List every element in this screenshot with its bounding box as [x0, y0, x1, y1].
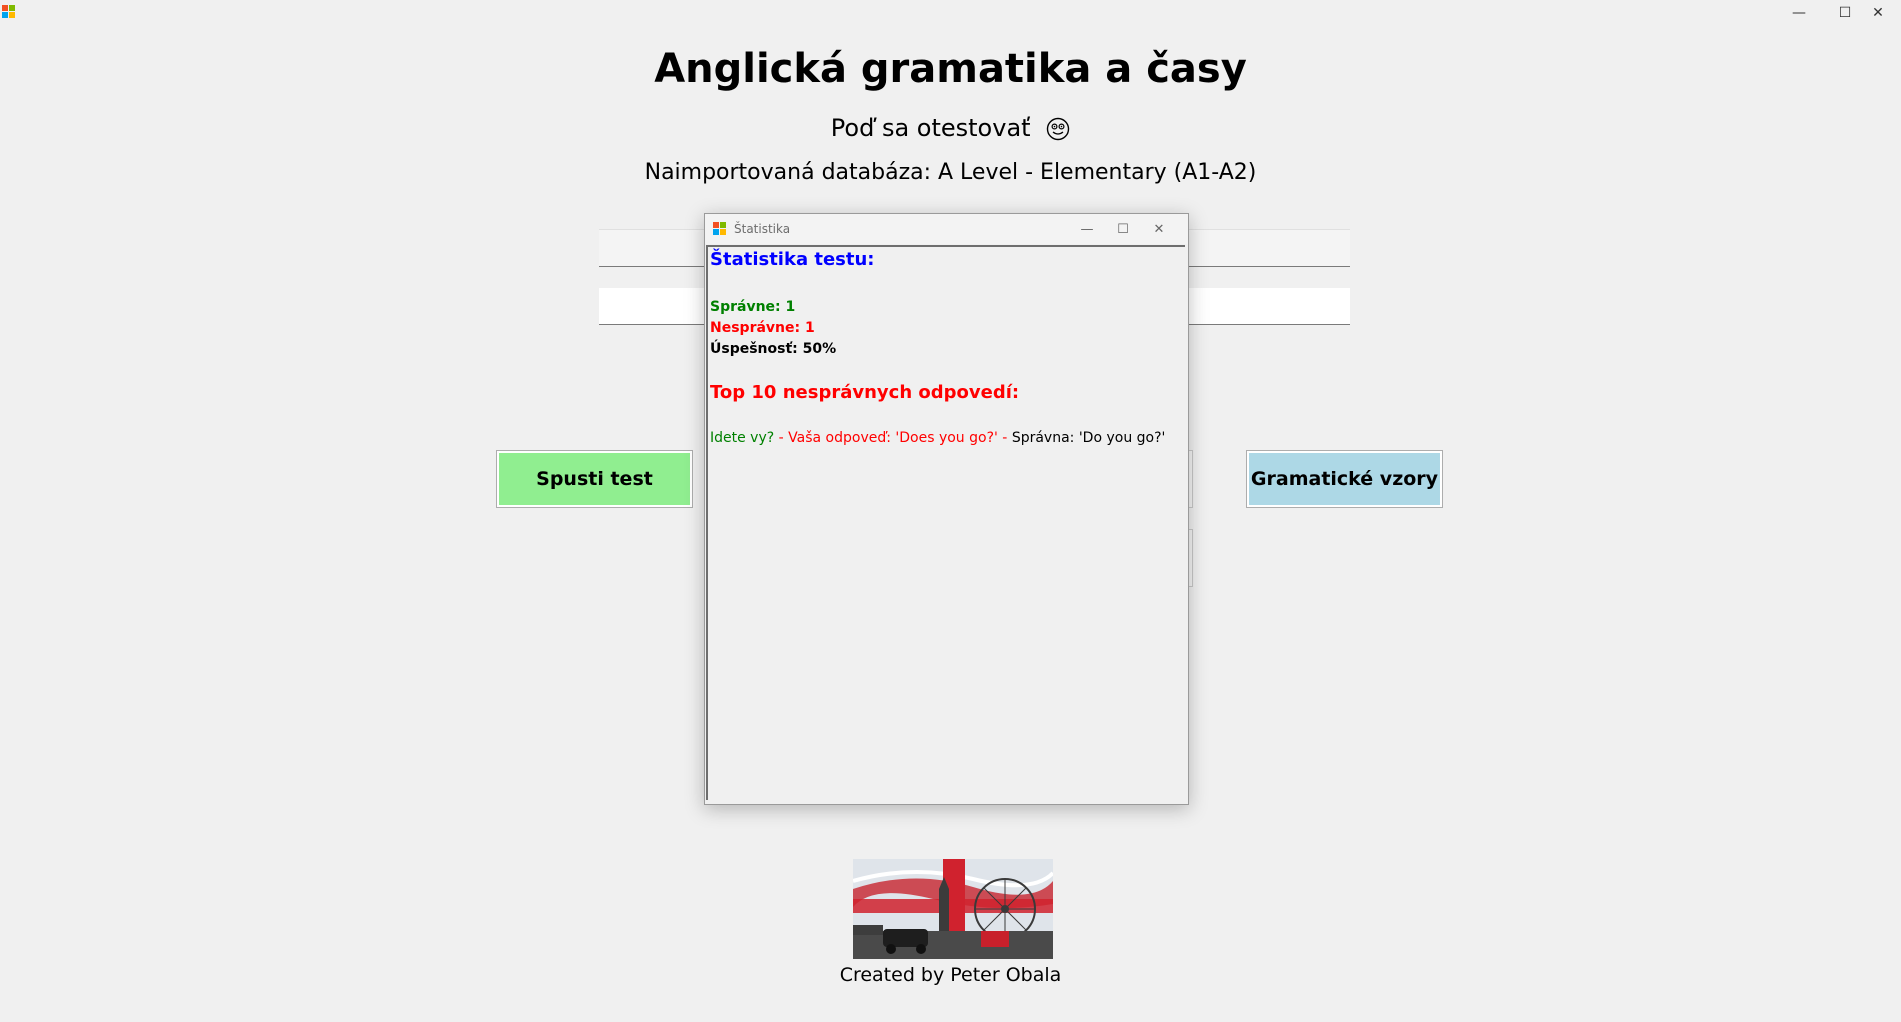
footer-credit: Created by Peter Obala [839, 964, 1062, 986]
database-label: Naimportovaná databáza: A Level - Elemen… [644, 160, 1257, 185]
top-mistakes-heading: Top 10 nesprávnych odpovedí: [710, 382, 1020, 403]
start-test-button[interactable]: Spusti test [496, 450, 693, 508]
statistics-text-area[interactable]: Štatistika testu: Správne: 1 Nesprávne: … [706, 245, 1185, 800]
correct-count: Správne: 1 [710, 299, 796, 315]
dialog-titlebar[interactable]: Štatistika — ☐ ✕ [705, 214, 1188, 244]
mistake-entry: Idete vy? - Vaša odpoveď: 'Does you go?'… [710, 430, 1183, 446]
subtitle-text: Poď sa otestovať [830, 114, 1031, 142]
app-icon [713, 222, 726, 235]
statistics-heading: Štatistika testu: [710, 249, 875, 270]
page-title: Anglická gramatika a časy [654, 46, 1247, 92]
mistake-separator: - [997, 430, 1012, 446]
incorrect-count: Nesprávne: 1 [710, 320, 815, 336]
mistake-correct-answer: Správna: 'Do you go?' [1011, 430, 1166, 446]
mistake-question: Idete vy? [710, 430, 775, 446]
dialog-title: Štatistika [734, 222, 791, 236]
dialog-close-button[interactable]: ✕ [1144, 217, 1174, 241]
minimize-button[interactable]: — [1776, 0, 1822, 26]
mistake-separator: - [774, 430, 789, 446]
grammar-patterns-button[interactable]: Gramatické vzory [1246, 450, 1443, 508]
dialog-maximize-button[interactable]: ☐ [1108, 217, 1138, 241]
success-rate: Úspešnosť: 50% [710, 341, 837, 357]
dialog-minimize-button[interactable]: — [1072, 217, 1102, 241]
statistics-dialog: Štatistika — ☐ ✕ Štatistika testu: Správ… [704, 213, 1189, 805]
close-button[interactable]: ✕ [1855, 0, 1901, 26]
subtitle: Poď sa otestovať [0, 114, 1901, 142]
app-icon [2, 5, 15, 18]
london-banner-image [853, 859, 1053, 959]
main-titlebar: — ☐ ✕ [0, 0, 1901, 26]
mistake-your-answer: Vaša odpoveď: 'Does you go?' [788, 430, 998, 446]
smiley-icon [1047, 117, 1070, 141]
